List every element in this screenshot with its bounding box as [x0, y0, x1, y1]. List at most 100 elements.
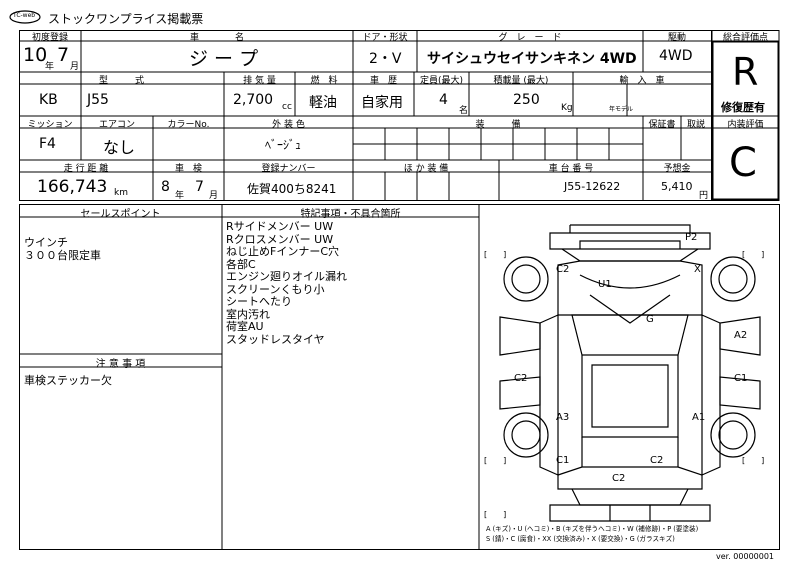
legend-line-1: A (キズ)・U (ヘコミ)・B (キズを伴うヘコミ)・W (補修跡)・P (要…	[486, 525, 699, 533]
detail-section: セールスポイント ウインチ ３００台限定車 注 意 事 項 車検ステッカー欠 特…	[19, 204, 780, 551]
exterior-color: ﾍﾞｰｼﾞｭ	[265, 138, 302, 152]
mileage: 166,743	[37, 177, 108, 197]
mark-a3: A3	[556, 412, 569, 423]
aircon: なし	[103, 138, 136, 157]
displacement: 2,700	[233, 92, 274, 108]
caution-line: 車検ステッカー欠	[24, 374, 112, 387]
mark-g: G	[646, 314, 654, 325]
mark-c2-top: C2	[556, 264, 569, 275]
model-year-label: 年モデル	[609, 106, 634, 113]
car-name: ジ ー プ	[189, 48, 259, 70]
inspection-year-unit: 年	[175, 191, 185, 201]
overall-note: 修復歴有	[721, 101, 765, 114]
door-shape: 2・V	[369, 51, 402, 67]
sales-line: ウインチ	[24, 236, 68, 249]
version-label: ver. 00000001	[716, 552, 775, 561]
mark-c1-left: C1	[556, 455, 569, 466]
load-unit: Kg	[561, 103, 573, 113]
displacement-unit: cc	[282, 102, 292, 112]
label-grade: グ レ ー ド	[498, 33, 562, 43]
label-inspection: 車 検	[174, 164, 202, 174]
caution-items: 車検ステッカー欠	[24, 374, 112, 388]
mark-c2-mid: C2	[650, 455, 663, 466]
mission: F4	[39, 136, 56, 152]
label-load: 積載量 (最大)	[493, 76, 549, 86]
label-door-shape: ドア・形状	[362, 33, 408, 43]
load: 250	[513, 92, 540, 108]
special-header: 特記事項・不具合箇所	[300, 209, 401, 220]
special-line: Rサイドメンバー UW	[226, 220, 334, 233]
label-mission: ミッション	[27, 120, 73, 130]
bracket-tr: [ ]	[742, 250, 764, 259]
spec-grid: 初度登録 車 名 ドア・形状 グ レ ー ド 駆動 総合評価点 10 年 7 月…	[19, 30, 780, 202]
label-other-equipment: ほ か 装 備	[403, 164, 449, 174]
price: 5,410	[661, 180, 693, 193]
mark-a1: A1	[692, 412, 705, 423]
bracket-bottom: [ ]	[484, 510, 506, 519]
inspection-year: 8	[161, 179, 170, 195]
label-fuel: 燃 料	[310, 76, 338, 86]
car-outline-diagram: P2 C2 X U1 G A2 C2 C1 A3 A1 C1 C2 C2 [ ]…	[484, 224, 764, 522]
bracket-bl: [ ]	[484, 456, 506, 465]
mark-p2: P2	[685, 232, 697, 243]
interior-score: C	[729, 140, 757, 186]
page-title: ストックワンプライス掲載票	[48, 12, 204, 26]
sales-line: ３００台限定車	[24, 248, 101, 262]
logo: TC-web	[8, 9, 41, 25]
legend-line-2: S (錆)・C (腐食)・XX (交換済み)・X (要交換)・G (ガラスキズ)	[486, 535, 675, 543]
grade: サイシュウセイサンキネン 4WD	[427, 51, 637, 67]
mileage-unit: km	[114, 188, 128, 198]
label-capacity: 定員(最大)	[419, 76, 464, 86]
special-line: シートへたり	[226, 295, 292, 308]
label-mileage: 走 行 距 離	[63, 164, 109, 174]
history: 自家用	[361, 95, 403, 111]
mark-c2-left: C2	[514, 373, 527, 384]
damage-diagram: P2 C2 X U1 G A2 C2 C1 A3 A1 C1 C2 C2 [ ]…	[480, 205, 779, 549]
special-line: スタッドレスタイヤ	[226, 332, 325, 346]
label-import: 輸 入 車	[619, 76, 665, 86]
label-drive: 駆動	[667, 33, 686, 43]
mark-c2-bottom: C2	[612, 473, 625, 484]
sales-points: ウインチ ３００台限定車	[24, 236, 101, 262]
label-equipment: 装 備	[475, 120, 521, 130]
label-overall: 総合評価点	[722, 33, 768, 43]
label-car-name: 車 名	[189, 33, 244, 43]
first-reg-year: 10	[23, 44, 48, 66]
label-warranty: 保証書	[648, 120, 676, 130]
label-displacement: 排 気 量	[243, 76, 276, 86]
label-aircon: エアコン	[98, 120, 135, 130]
label-history: 車 歴	[369, 76, 397, 86]
label-model: 型 式	[98, 76, 144, 86]
drive: 4WD	[659, 48, 693, 64]
bracket-br: [ ]	[742, 456, 764, 465]
label-color-no: カラーNo.	[167, 120, 210, 130]
capacity-unit: 名	[459, 106, 469, 116]
label-plate: 登録ナンバー	[261, 164, 316, 174]
first-reg-month-unit: 月	[70, 62, 80, 72]
label-exterior-color: 外 装 色	[272, 120, 305, 130]
first-reg-year-unit: 年	[45, 62, 55, 72]
first-reg-month: 7	[57, 44, 70, 66]
special-line: エンジン廻りオイル漏れ	[226, 270, 347, 283]
model-a: KB	[39, 92, 58, 108]
sales-header: セールスポイント	[80, 209, 161, 220]
label-price: 予想金	[663, 164, 691, 174]
fuel: 軽油	[309, 95, 337, 111]
model-b: J55	[87, 92, 109, 108]
label-interior: 内装評価	[727, 120, 764, 130]
chassis-number: J55-12622	[564, 180, 621, 193]
mark-u1: U1	[598, 279, 612, 290]
price-unit: 円	[699, 191, 709, 201]
label-manual: 取説	[686, 120, 705, 130]
plate-number: 佐賀400ち8241	[247, 182, 337, 196]
label-chassis-no: 車 台 番 号	[548, 164, 594, 174]
special-line: ねじ止めFインナーC穴	[226, 245, 340, 258]
mark-a2: A2	[734, 330, 747, 341]
special-line: 荷室AU	[226, 320, 264, 333]
special-items: Rサイドメンバー UW Rクロスメンバー UW ねじ止めFインナーC穴 各部C …	[226, 220, 347, 346]
capacity: 4	[439, 92, 448, 108]
mark-x: X	[694, 264, 701, 275]
label-first-reg: 初度登録	[31, 33, 68, 43]
logo-text: TC-web	[13, 12, 36, 19]
inspection-month: 7	[195, 179, 204, 195]
